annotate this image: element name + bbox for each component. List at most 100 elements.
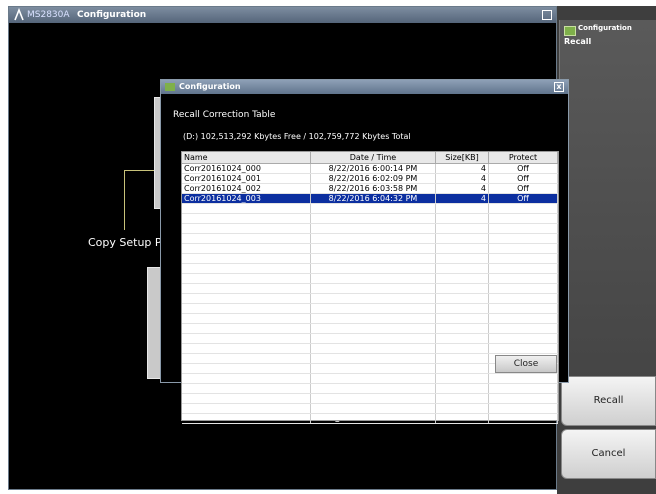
empty-table-row xyxy=(182,343,558,354)
cell-name xyxy=(182,293,311,304)
recall-dialog: Configuration x Recall Correction Table … xyxy=(160,79,569,424)
cell-name xyxy=(182,413,311,424)
cell-date xyxy=(310,343,436,354)
cell-date xyxy=(310,383,436,394)
cell-size xyxy=(435,353,489,364)
cell-protect xyxy=(488,313,558,324)
empty-table-row xyxy=(182,253,558,264)
cell-protect xyxy=(488,293,558,304)
empty-table-row xyxy=(182,273,558,284)
empty-table-row xyxy=(182,303,558,314)
cell-size xyxy=(435,383,489,394)
column-header-protect[interactable]: Protect xyxy=(488,152,558,164)
cell-size xyxy=(435,223,489,234)
cell-date xyxy=(310,353,436,364)
cell-name xyxy=(182,383,311,394)
cell-date xyxy=(310,413,436,424)
empty-table-row xyxy=(182,263,558,274)
cell-name xyxy=(182,213,311,224)
recall-softkey[interactable]: Recall xyxy=(561,376,656,426)
dialog-titlebar: Configuration x xyxy=(161,80,568,94)
cell-name xyxy=(182,203,311,214)
copy-setup-label: Copy Setup P xyxy=(88,236,162,249)
column-header-name[interactable]: Name xyxy=(182,152,311,164)
softkey-menu-title: Configuration xyxy=(578,24,632,32)
cell-name xyxy=(182,393,311,404)
cell-size xyxy=(435,333,489,344)
configuration-icon xyxy=(564,26,576,36)
cell-size xyxy=(435,403,489,414)
cell-protect xyxy=(488,203,558,214)
table-row[interactable]: Corr20161024_002 8/22/2016 6:03:58 PM 4 Off xyxy=(182,183,558,194)
empty-table-row xyxy=(182,383,558,394)
cell-date xyxy=(310,373,436,384)
cell-protect xyxy=(488,383,558,394)
table-row[interactable]: Corr20161024_003 8/22/2016 6:04:32 PM 4 Off xyxy=(182,193,558,204)
empty-table-row xyxy=(182,313,558,324)
empty-table-row xyxy=(182,213,558,224)
cell-size: 4 xyxy=(435,163,489,174)
cell-size xyxy=(435,283,489,294)
cell-protect xyxy=(488,223,558,234)
cell-protect: Off xyxy=(488,173,558,184)
cell-date xyxy=(310,263,436,274)
cell-size xyxy=(435,303,489,314)
cell-size xyxy=(435,393,489,404)
cell-name xyxy=(182,313,311,324)
main-titlebar: MS2830A Configuration xyxy=(9,7,556,23)
cell-name xyxy=(182,273,311,284)
cell-name xyxy=(182,343,311,354)
cell-protect xyxy=(488,393,558,404)
instrument-model: MS2830A xyxy=(27,10,70,20)
anritsu-logo-icon xyxy=(14,7,24,21)
cell-date xyxy=(310,303,436,314)
column-header-date[interactable]: Date / Time xyxy=(310,152,436,164)
cell-name: Corr20161024_003 xyxy=(182,193,311,204)
cell-protect xyxy=(488,413,558,424)
cell-date: 8/22/2016 6:00:14 PM xyxy=(310,163,436,174)
cell-date xyxy=(310,213,436,224)
connection-line xyxy=(124,170,154,171)
cell-name xyxy=(182,233,311,244)
empty-table-row xyxy=(182,403,558,414)
table-header-row: Name Date / Time Size[KB] Protect xyxy=(182,152,558,164)
table-row[interactable]: Corr20161024_000 8/22/2016 6:00:14 PM 4 Off xyxy=(182,163,558,174)
connection-line xyxy=(124,170,125,230)
window-menu-button[interactable] xyxy=(542,10,552,20)
cell-size xyxy=(435,413,489,424)
file-table: Name Date / Time Size[KB] Protect Corr20… xyxy=(181,151,559,424)
close-button[interactable]: Close xyxy=(495,355,557,373)
table-row[interactable]: Corr20161024_001 8/22/2016 6:02:09 PM 4 Off xyxy=(182,173,558,184)
cell-protect xyxy=(488,303,558,314)
cell-size xyxy=(435,273,489,284)
cell-date xyxy=(310,223,436,234)
empty-table-row xyxy=(182,393,558,404)
cell-name xyxy=(182,283,311,294)
cell-name xyxy=(182,243,311,254)
empty-table-row xyxy=(182,243,558,254)
cell-protect xyxy=(488,343,558,354)
cell-size: 4 xyxy=(435,193,489,204)
main-window-title: Configuration xyxy=(77,10,147,20)
cell-protect xyxy=(488,323,558,334)
cell-protect: Off xyxy=(488,193,558,204)
cell-protect: Off xyxy=(488,163,558,174)
close-icon[interactable]: x xyxy=(554,82,564,92)
softkey-menu-header: Configuration Recall xyxy=(559,20,656,380)
cell-protect xyxy=(488,283,558,294)
softkey-menu-subtitle: Recall xyxy=(564,37,592,46)
column-header-size[interactable]: Size[KB] xyxy=(435,152,489,164)
cell-protect xyxy=(488,233,558,244)
cell-size xyxy=(435,243,489,254)
cell-date xyxy=(310,323,436,334)
cell-size xyxy=(435,203,489,214)
cell-name xyxy=(182,253,311,264)
cancel-softkey[interactable]: Cancel xyxy=(561,429,656,479)
disk-space-info: (D:) 102,513,292 Kbytes Free / 102,759,7… xyxy=(183,132,411,141)
cell-name xyxy=(182,323,311,334)
cell-size xyxy=(435,263,489,274)
cell-protect xyxy=(488,243,558,254)
empty-table-row xyxy=(182,293,558,304)
cell-date xyxy=(310,333,436,344)
cell-date: 8/22/2016 6:04:32 PM xyxy=(310,193,436,204)
